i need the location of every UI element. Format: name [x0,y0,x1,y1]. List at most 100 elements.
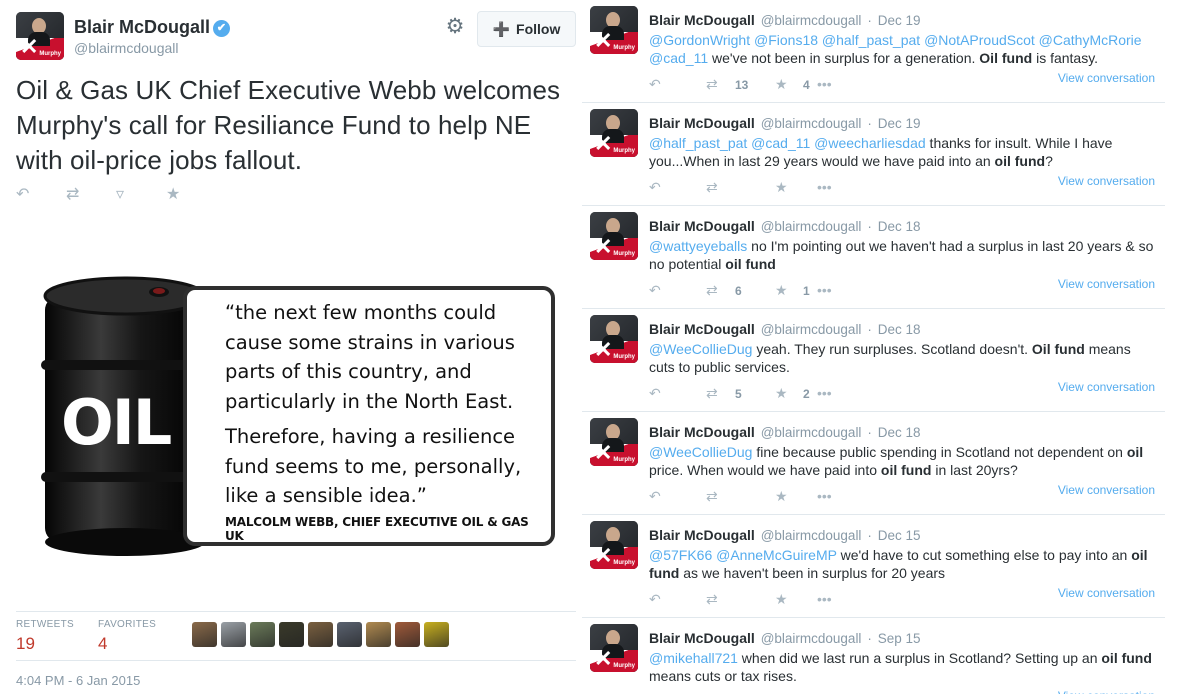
view-conversation-link[interactable]: View conversation [1058,174,1155,188]
retweet-icon[interactable]: ⇄ [706,76,718,92]
tweet-date[interactable]: Dec 19 [878,13,921,28]
favorite-icon[interactable]: ★ [775,282,788,298]
mention-link[interactable]: @WeeCollieDug [649,341,752,357]
view-conversation-link[interactable]: View conversation [1058,380,1155,394]
favoriter-avatar[interactable] [395,622,420,647]
more-icon[interactable]: ••• [817,591,832,607]
tweet-date[interactable]: Dec 19 [878,116,921,131]
handle[interactable]: @blairmcdougall [761,13,862,28]
favoriter-avatar[interactable] [337,622,362,647]
tweet-timestamp[interactable]: 4:04 PM - 6 Jan 2015 [16,673,140,688]
handle[interactable]: @blairmcdougall [761,116,862,131]
tweet-image[interactable]: OIL “the next few months could cause som… [15,248,575,586]
favoriter-avatar[interactable] [424,622,449,647]
handle[interactable]: @blairmcdougall [74,40,178,56]
retweet-count: 6 [735,284,742,298]
avatar-logo-text: Murphy [613,148,635,154]
display-name[interactable]: Blair McDougall [649,12,755,28]
retweet-icon[interactable]: ⇄ [706,282,718,298]
favorite-stat[interactable]: FAVORITES 4 [98,619,156,654]
retweet-icon[interactable]: ⇄ [706,179,718,195]
favorite-icon[interactable]: ★ [775,76,788,92]
avatar[interactable]: ✕ Murphy [590,624,638,672]
avatar[interactable]: ✕ Murphy [590,418,638,466]
display-name[interactable]: Blair McDougall [649,527,755,543]
display-name[interactable]: Blair McDougall [649,630,755,646]
avatar[interactable]: ✕ Murphy [590,315,638,363]
display-name[interactable]: Blair McDougall [649,321,755,337]
timeline-tweet[interactable]: ✕ Murphy Blair McDougall @blairmcdougall… [582,206,1165,309]
dot-separator: · [867,322,872,337]
display-name[interactable]: Blair McDougall [649,424,755,440]
reply-icon[interactable]: ↶ [649,488,661,504]
handle[interactable]: @blairmcdougall [761,631,862,646]
avatar[interactable]: ✕ Murphy [590,212,638,260]
timeline-tweet[interactable]: ✕ Murphy Blair McDougall @blairmcdougall… [582,618,1165,694]
retweet-icon[interactable]: ⇄ [706,488,718,504]
favoriter-avatar[interactable] [279,622,304,647]
more-icon[interactable]: ••• [817,76,832,92]
more-icon[interactable]: ••• [817,282,832,298]
timeline-tweet[interactable]: ✕ Murphy Blair McDougall @blairmcdougall… [582,412,1165,515]
favorite-icon[interactable]: ★ [775,591,788,607]
reply-icon[interactable]: ↶ [649,76,661,92]
display-name[interactable]: Blair McDougall [649,115,755,131]
mention-link[interactable]: @WeeCollieDug [649,444,752,460]
tweet-date[interactable]: Dec 18 [878,322,921,337]
tweet-date[interactable]: Sep 15 [878,631,921,646]
gear-icon[interactable]: ⚙ [444,16,466,38]
retweet-icon[interactable]: ⇄ [706,385,718,401]
mention-link[interactable]: @mikehall721 [649,650,738,666]
display-name[interactable]: Blair McDougall [649,218,755,234]
retweet-stat[interactable]: RETWEETS 19 [16,619,74,654]
handle[interactable]: @blairmcdougall [761,528,862,543]
view-conversation-link[interactable]: View conversation [1058,277,1155,291]
follow-button[interactable]: ➕ Follow [477,11,576,47]
reply-icon[interactable]: ↶ [649,282,661,298]
timeline-tweet[interactable]: ✕ Murphy Blair McDougall @blairmcdougall… [582,309,1165,412]
tweet-date[interactable]: Dec 15 [878,528,921,543]
more-icon[interactable]: ••• [817,179,832,195]
view-conversation-link[interactable]: View conversation [1058,71,1155,85]
avatar[interactable]: ✕ Murphy [16,12,64,60]
more-icon[interactable]: ••• [817,488,832,504]
reply-icon[interactable]: ↶ [16,184,66,204]
view-conversation-link[interactable]: View conversation [1058,689,1155,694]
avatar[interactable]: ✕ Murphy [590,521,638,569]
mention-link[interactable]: @57FK66 @AnneMcGuireMP [649,547,837,563]
timeline-tweet[interactable]: ✕ Murphy Blair McDougall @blairmcdougall… [582,0,1165,103]
timeline-tweet[interactable]: ✕ Murphy Blair McDougall @blairmcdougall… [582,103,1165,206]
reply-icon[interactable]: ↶ [649,385,661,401]
favorite-icon[interactable]: ★ [166,184,216,204]
tweet-date[interactable]: Dec 18 [878,425,921,440]
mention-link[interactable]: @wattyeyeballs [649,238,747,254]
avatar[interactable]: ✕ Murphy [590,109,638,157]
tweet-date[interactable]: Dec 18 [878,219,921,234]
favoriter-avatar[interactable] [250,622,275,647]
handle[interactable]: @blairmcdougall [761,219,862,234]
favoriter-avatar[interactable] [308,622,333,647]
handle[interactable]: @blairmcdougall [761,322,862,337]
timeline-tweet[interactable]: ✕ Murphy Blair McDougall @blairmcdougall… [582,515,1165,618]
retweet-icon[interactable]: ⇄ [66,184,116,204]
favoriter-avatar[interactable] [192,622,217,647]
display-name[interactable]: Blair McDougall ✔ [74,17,231,38]
handle[interactable]: @blairmcdougall [761,425,862,440]
favoriter-avatar[interactable] [366,622,391,647]
favorite-icon[interactable]: ★ [775,488,788,504]
view-conversation-link[interactable]: View conversation [1058,586,1155,600]
favorite-icon[interactable]: ★ [775,179,788,195]
view-conversation-link[interactable]: View conversation [1058,483,1155,497]
quote-line: Therefore, having a resilience fund seem… [225,425,522,507]
reply-icon[interactable]: ↶ [649,179,661,195]
reply-icon[interactable]: ↶ [649,591,661,607]
pocket-icon[interactable]: ▿ [116,184,166,204]
more-icon[interactable]: ••• [817,385,832,401]
favoriter-avatar[interactable] [221,622,246,647]
avatar[interactable]: ✕ Murphy [590,6,638,54]
tweet-header: Blair McDougall @blairmcdougall · Dec 19 [649,12,921,28]
favorite-icon[interactable]: ★ [775,385,788,401]
tweet-header: Blair McDougall @blairmcdougall · Dec 19 [649,115,921,131]
mention-link[interactable]: @half_past_pat @cad_11 @weecharliesdad [649,135,926,151]
retweet-icon[interactable]: ⇄ [706,591,718,607]
